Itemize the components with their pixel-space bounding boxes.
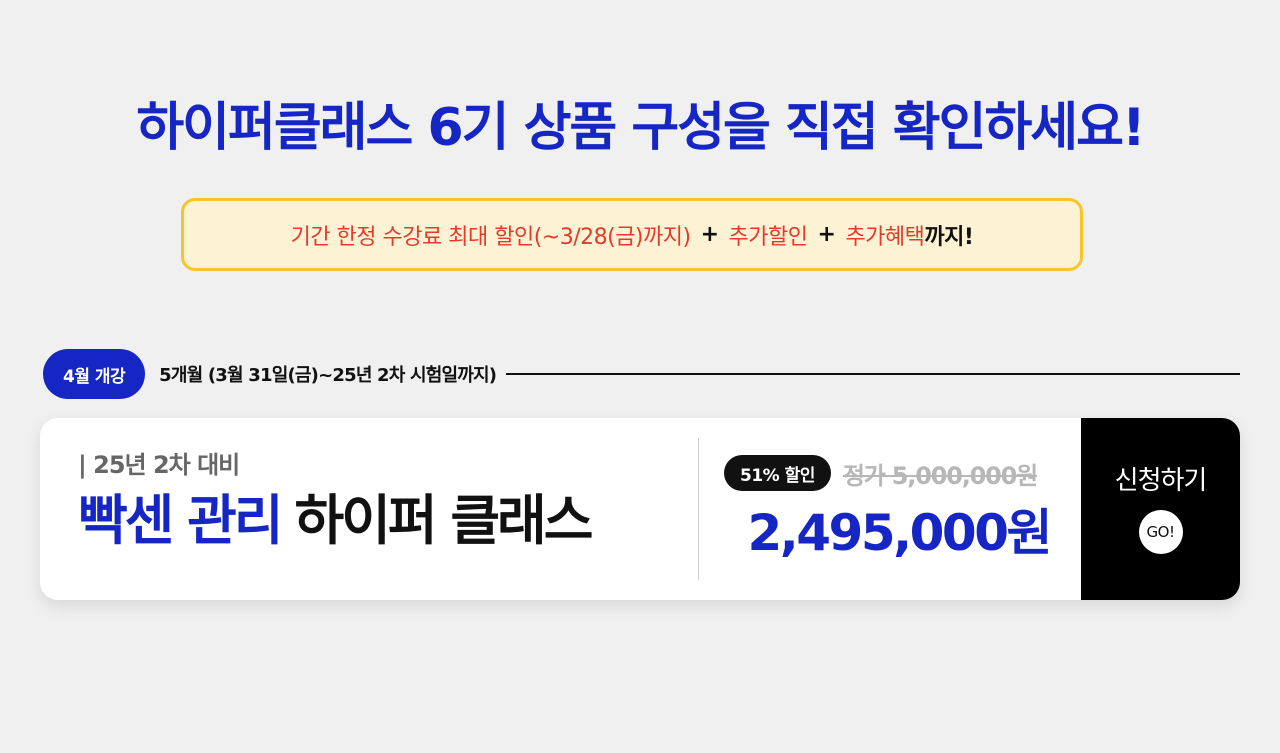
final-price: 2,495,000원 bbox=[747, 504, 1052, 562]
promo-plus-1: + bbox=[700, 222, 719, 247]
promo-suffix-text: 까지! bbox=[924, 224, 974, 250]
price-area: 51% 할인 정가 5,000,000원 2,495,000원 bbox=[724, 454, 1054, 564]
go-badge: GO! bbox=[1138, 510, 1183, 554]
divider-line bbox=[506, 373, 1240, 375]
card-divider bbox=[698, 438, 699, 580]
schedule-row: 4월 개강 5개월 (3월 31일(금)~25년 2차 시험일까지) bbox=[43, 349, 1240, 399]
page-headline: 하이퍼클래스 6기 상품 구성을 직접 확인하세요! bbox=[136, 98, 1145, 158]
exam-target-label: | 25년 2차 대비 bbox=[78, 451, 240, 479]
product-title-accent: 빡센 관리 bbox=[78, 489, 284, 552]
apply-button[interactable]: 신청하기 GO! bbox=[1081, 418, 1240, 600]
course-period-text: 5개월 (3월 31일(금)~25년 2차 시험일까지) bbox=[159, 365, 497, 386]
promo-discount-text: 기간 한정 수강료 최대 할인(~3/28(금)까지) bbox=[290, 224, 692, 250]
product-info: | 25년 2차 대비 빡센 관리 하이퍼 클래스 bbox=[78, 448, 698, 556]
apply-button-label: 신청하기 bbox=[1114, 466, 1208, 496]
product-card: | 25년 2차 대비 빡센 관리 하이퍼 클래스 51% 할인 정가 5,000… bbox=[40, 418, 1240, 600]
open-month-badge: 4월 개강 bbox=[43, 349, 146, 399]
original-price: 정가 5,000,000원 bbox=[842, 461, 1038, 490]
promo-plus-2: + bbox=[817, 222, 836, 247]
discount-badge: 51% 할인 bbox=[724, 455, 831, 491]
product-title: 빡센 관리 하이퍼 클래스 bbox=[78, 486, 698, 556]
product-title-main: 하이퍼 클래스 bbox=[294, 489, 594, 552]
promo-extra-benefit-text: 추가혜택 bbox=[845, 224, 925, 250]
promo-extra-discount-text: 추가할인 bbox=[728, 224, 808, 250]
promo-banner: 기간 한정 수강료 최대 할인(~3/28(금)까지) + 추가할인 + 추가혜… bbox=[181, 198, 1083, 271]
